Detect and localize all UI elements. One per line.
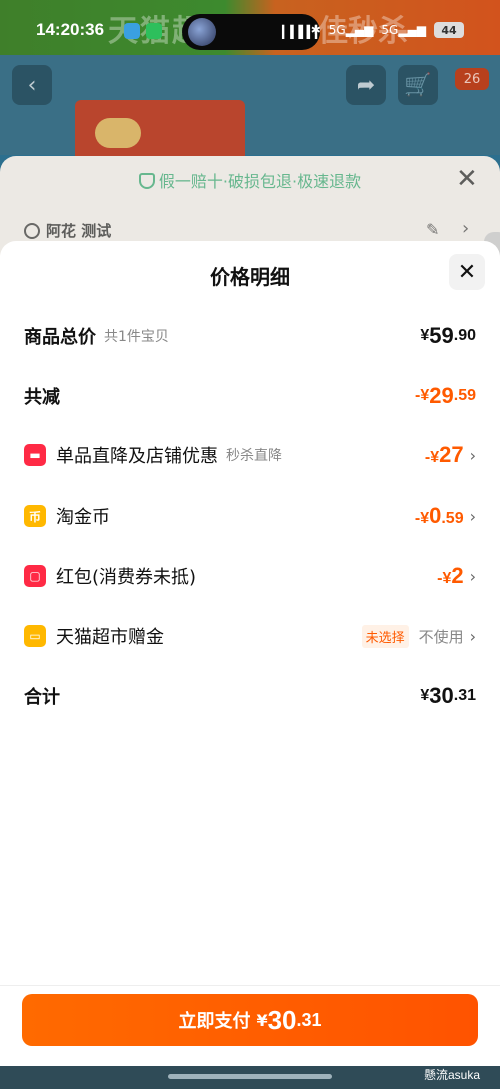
dynamic-island[interactable]: ▎▍▌▍▎ bbox=[182, 14, 324, 50]
row-tmall-gift[interactable]: ▭ 天猫超市赠金 未选择 不使用 › bbox=[24, 621, 476, 651]
guarantee-banner: 假一赔十·破损包退·极速退款 bbox=[0, 168, 500, 192]
amount-dec: .90 bbox=[453, 327, 476, 344]
back-arrow-icon: ‹ bbox=[27, 72, 37, 98]
row-right: -¥27 › bbox=[425, 442, 476, 468]
share-icon: ➦ bbox=[356, 72, 376, 98]
row-label: 淘金币 bbox=[56, 507, 110, 528]
amount-int: 29 bbox=[429, 383, 454, 408]
pay-now-button[interactable]: 立即支付 ¥ 30 .31 bbox=[22, 994, 478, 1046]
row-taojinbi[interactable]: 币 淘金币 -¥0.59 › bbox=[24, 501, 476, 531]
cart-icon: 🛒 bbox=[404, 72, 432, 98]
signal-icon-1: 5G▂▄▆ bbox=[328, 23, 374, 37]
row-amount: ¥30.31 bbox=[420, 683, 476, 709]
row-right: -¥0.59 › bbox=[415, 503, 476, 529]
currency: -¥ bbox=[415, 387, 430, 404]
not-use-text: 不使用 bbox=[418, 627, 464, 646]
row-right: 未选择 不使用 › bbox=[361, 624, 476, 648]
chevron-right-icon: › bbox=[469, 445, 476, 465]
pay-currency: ¥ bbox=[256, 1010, 268, 1030]
row-amount: -¥27 bbox=[425, 442, 464, 468]
location-icon bbox=[24, 223, 40, 239]
row-label: 红包(消费券未抵) bbox=[56, 567, 197, 588]
headphone-app-icon bbox=[124, 23, 140, 39]
chevron-right-icon: › bbox=[469, 626, 476, 646]
network-type-1: 5G bbox=[328, 23, 346, 37]
product-logo bbox=[95, 118, 141, 148]
status-indicators: ✱ 5G▂▄▆ 5G▂▄▆ 44 bbox=[311, 22, 464, 38]
edit-icon[interactable]: ✎ bbox=[426, 220, 439, 239]
home-indicator[interactable] bbox=[168, 1074, 332, 1079]
currency: -¥ bbox=[424, 449, 440, 466]
price-detail-sheet: 价格明细 ✕ 商品总价 共1件宝贝 ¥59.90 共减 -¥ 29.59 ▬ 单品… bbox=[0, 241, 500, 1089]
amount-dec: .59 bbox=[453, 387, 476, 404]
row-grand-total: 合计 ¥30.31 bbox=[24, 681, 476, 711]
share-button[interactable]: ➦ bbox=[346, 65, 386, 105]
status-bar: 14:20:36 ▎▍▌▍▎ ✱ 5G▂▄▆ 5G▂▄▆ 44 bbox=[0, 0, 500, 60]
taojinbi-icon: 币 bbox=[24, 505, 46, 527]
bluetooth-icon: ✱ bbox=[310, 23, 321, 37]
address-row[interactable]: 阿花 测试 bbox=[24, 220, 111, 241]
row-label: 单品直降及店铺优惠 bbox=[56, 446, 218, 467]
chevron-right-icon: › bbox=[469, 566, 476, 586]
network-type-2: 5G bbox=[381, 23, 399, 37]
row-label: 商品总价 bbox=[24, 327, 96, 348]
amount-int: 2 bbox=[451, 563, 464, 588]
row-total-discount: 共减 -¥ 29.59 bbox=[24, 381, 476, 411]
currency: -¥ bbox=[437, 570, 452, 587]
amount-int: 27 bbox=[439, 442, 464, 467]
pay-label: 立即支付 bbox=[178, 1011, 251, 1032]
amount-int: 30 bbox=[429, 683, 454, 708]
currency: ¥ bbox=[420, 327, 430, 344]
cart-button[interactable]: 🛒 bbox=[398, 65, 438, 105]
row-shop-discount[interactable]: ▬ 单品直降及店铺优惠 秒杀直降 -¥27 › bbox=[24, 440, 476, 470]
close-icon: ✕ bbox=[457, 259, 477, 285]
close-button[interactable]: ✕ bbox=[449, 254, 485, 290]
row-right: -¥2 › bbox=[437, 563, 476, 589]
guarantee-text: 假一赔十·破损包退·极速退款 bbox=[158, 172, 362, 191]
cart-badge: 26 bbox=[455, 68, 489, 90]
row-amount: -¥ 29.59 bbox=[415, 383, 476, 409]
wechat-app-icon bbox=[146, 23, 162, 39]
row-label: 共减 bbox=[24, 387, 60, 408]
amount-dec: .59 bbox=[441, 510, 464, 527]
signal-icon-2: 5G▂▄▆ bbox=[381, 23, 426, 37]
shield-icon bbox=[138, 173, 155, 189]
address-name: 阿花 测试 bbox=[46, 222, 112, 240]
currency: ¥ bbox=[420, 687, 430, 704]
not-selected-tag: 未选择 bbox=[361, 624, 409, 648]
row-amount: ¥59.90 bbox=[420, 323, 476, 349]
watermark: 懸流asuka bbox=[424, 1068, 481, 1082]
status-time: 14:20:36 bbox=[36, 20, 105, 39]
pay-amount-int: 30 bbox=[267, 1004, 297, 1035]
row-sub: 秒杀直降 bbox=[226, 448, 282, 464]
tmall-gift-icon: ▭ bbox=[24, 625, 46, 647]
music-cover-icon bbox=[188, 18, 216, 46]
chevron-right-icon: › bbox=[469, 506, 476, 526]
sheet-title: 价格明细 bbox=[210, 265, 290, 289]
shop-discount-icon: ▬ bbox=[24, 444, 46, 466]
row-red-packet[interactable]: ▢ 红包(消费券未抵) -¥2 › bbox=[24, 561, 476, 591]
row-amount: -¥0.59 bbox=[415, 503, 464, 529]
row-label: 天猫超市赠金 bbox=[56, 627, 164, 648]
row-total-goods: 商品总价 共1件宝贝 ¥59.90 bbox=[24, 321, 476, 351]
order-sheet-close-icon[interactable]: ✕ bbox=[456, 164, 478, 194]
back-button[interactable]: ‹ bbox=[12, 65, 52, 105]
row-label: 合计 bbox=[24, 687, 60, 708]
amount-int: 59 bbox=[429, 323, 454, 348]
currency: -¥ bbox=[414, 510, 430, 527]
amount-dec: .31 bbox=[453, 687, 476, 704]
battery-icon: 44 bbox=[434, 22, 464, 38]
red-packet-icon: ▢ bbox=[24, 565, 46, 587]
row-sub: 共1件宝贝 bbox=[104, 329, 169, 345]
pay-amount-dec: .31 bbox=[296, 1009, 322, 1030]
chevron-right-icon[interactable]: › bbox=[462, 218, 469, 239]
amount-int: 0 bbox=[429, 503, 442, 528]
row-amount: -¥2 bbox=[437, 563, 463, 589]
